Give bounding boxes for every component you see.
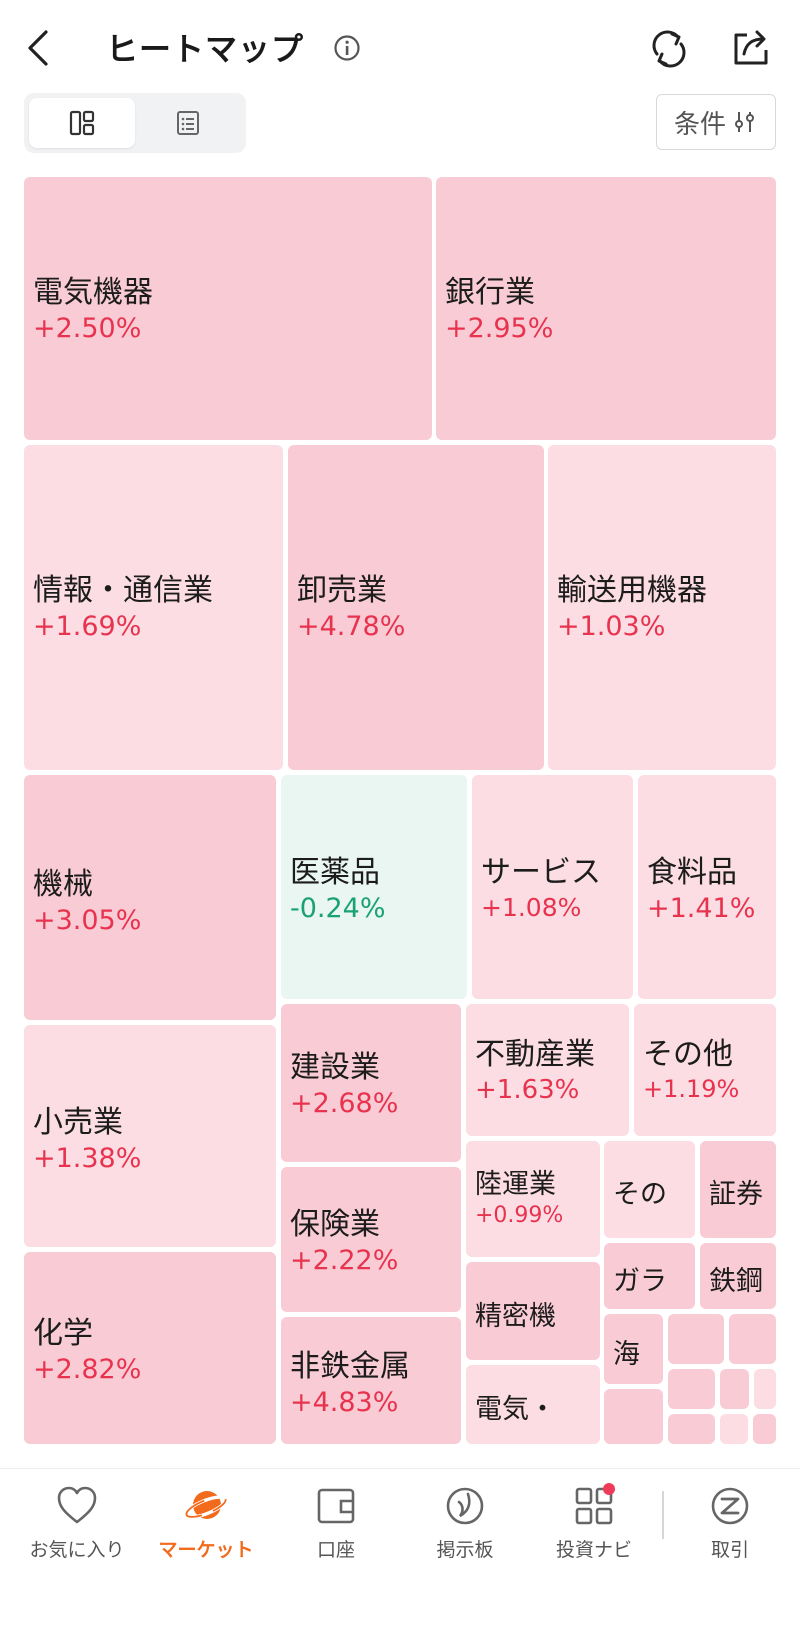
heatmap-tile[interactable]: 電気機器 +2.50% (24, 177, 432, 440)
heatmap-tile[interactable]: ガラ (604, 1243, 695, 1309)
heatmap-tile[interactable]: 非鉄金属 +4.83% (281, 1317, 461, 1444)
nav-invest-navi-label: 投資ナビ (555, 1539, 632, 1561)
info-icon[interactable] (333, 34, 361, 62)
heatmap-tile[interactable]: 陸運業 +0.99% (466, 1141, 600, 1257)
heatmap-tile[interactable] (720, 1414, 748, 1444)
heatmap-tile[interactable] (720, 1369, 749, 1409)
heart-icon (57, 1486, 97, 1524)
nav-favorites[interactable]: お気に入り (22, 1483, 132, 1563)
nav-trade[interactable]: 取引 (675, 1483, 785, 1563)
share-icon[interactable] (730, 26, 772, 68)
heatmap-tile[interactable]: サービス +1.08% (472, 775, 633, 999)
view-toggle (24, 93, 246, 153)
sliders-icon (735, 112, 754, 132)
heatmap-tile[interactable] (754, 1369, 776, 1409)
heatmap-tile[interactable]: 鉄鋼 (700, 1243, 776, 1309)
heatmap-tile[interactable] (729, 1314, 776, 1364)
nav-trade-label: 取引 (710, 1539, 749, 1561)
sector-heatmap: 電気機器 +2.50% 銀行業 +2.95% 情報・通信業 +1.69% 卸売業… (0, 0, 800, 1633)
notification-dot (603, 1483, 615, 1495)
heatmap-tile[interactable]: 輸送用機器 +1.03% (548, 445, 776, 770)
nav-market[interactable]: マーケット (151, 1483, 261, 1563)
heatmap-tile[interactable]: 医薬品 -0.24% (281, 775, 467, 999)
heatmap-tile[interactable]: 食料品 +1.41% (638, 775, 776, 999)
heatmap-tile[interactable]: 証券 (700, 1141, 776, 1238)
wallet-icon (317, 1488, 355, 1524)
heatmap-tile[interactable]: その他 +1.19% (634, 1004, 776, 1136)
heatmap-tile[interactable]: 不動産業 +1.63% (466, 1004, 629, 1136)
heatmap-tile[interactable]: 小売業 +1.38% (24, 1025, 276, 1247)
heatmap-tile[interactable]: 化学 +2.82% (24, 1252, 276, 1444)
filter-label: 条件 (673, 109, 726, 140)
header-bar: ヒートマップ (0, 0, 800, 96)
heatmap-tile[interactable] (604, 1389, 663, 1444)
heatmap-tile[interactable]: 海 (604, 1314, 663, 1384)
heatmap-tile[interactable]: 建設業 +2.68% (281, 1004, 461, 1162)
heatmap-tile[interactable]: 卸売業 +4.78% (288, 445, 544, 770)
planet-icon (184, 1491, 228, 1519)
heatmap-tile[interactable]: 情報・通信業 +1.69% (24, 445, 283, 770)
heatmap-tile[interactable]: 保険業 +2.22% (281, 1167, 461, 1312)
trade-icon (711, 1487, 749, 1525)
list-view-button[interactable] (135, 98, 241, 148)
heatmap-tile[interactable]: 銀行業 +2.95% (436, 177, 776, 440)
heatmap-tile[interactable] (753, 1414, 776, 1444)
nav-favorites-label: お気に入り (29, 1539, 125, 1561)
list-icon (177, 111, 199, 135)
nav-invest-navi[interactable]: 投資ナビ (539, 1483, 649, 1563)
heatmap-tile[interactable]: 電気・ (466, 1365, 600, 1444)
nav-board-label: 掲示板 (436, 1539, 494, 1561)
nav-account-label: 口座 (316, 1539, 355, 1561)
heatmap-view-button[interactable] (29, 98, 135, 148)
nav-account[interactable]: 口座 (281, 1483, 391, 1563)
heatmap-tile[interactable]: 精密機 (466, 1262, 600, 1360)
board-icon (446, 1487, 484, 1525)
refresh-icon[interactable] (648, 28, 690, 70)
heatmap-tile[interactable] (668, 1414, 715, 1444)
page-title: ヒートマップ (106, 30, 305, 68)
tile-layout-icon (69, 110, 95, 136)
nav-divider (662, 1491, 664, 1539)
back-arrow-icon[interactable] (24, 28, 54, 68)
bottom-nav: お気に入り マーケット 口座 掲示板 投資ナビ 取引 (0, 1468, 800, 1578)
filter-button[interactable]: 条件 (656, 94, 776, 150)
nav-board[interactable]: 掲示板 (410, 1483, 520, 1563)
heatmap-tile[interactable]: 機械 +3.05% (24, 775, 276, 1020)
heatmap-tile[interactable]: その (604, 1141, 695, 1238)
nav-market-label: マーケット (158, 1539, 254, 1561)
heatmap-tile[interactable] (668, 1314, 724, 1364)
heatmap-tile[interactable] (668, 1369, 715, 1409)
